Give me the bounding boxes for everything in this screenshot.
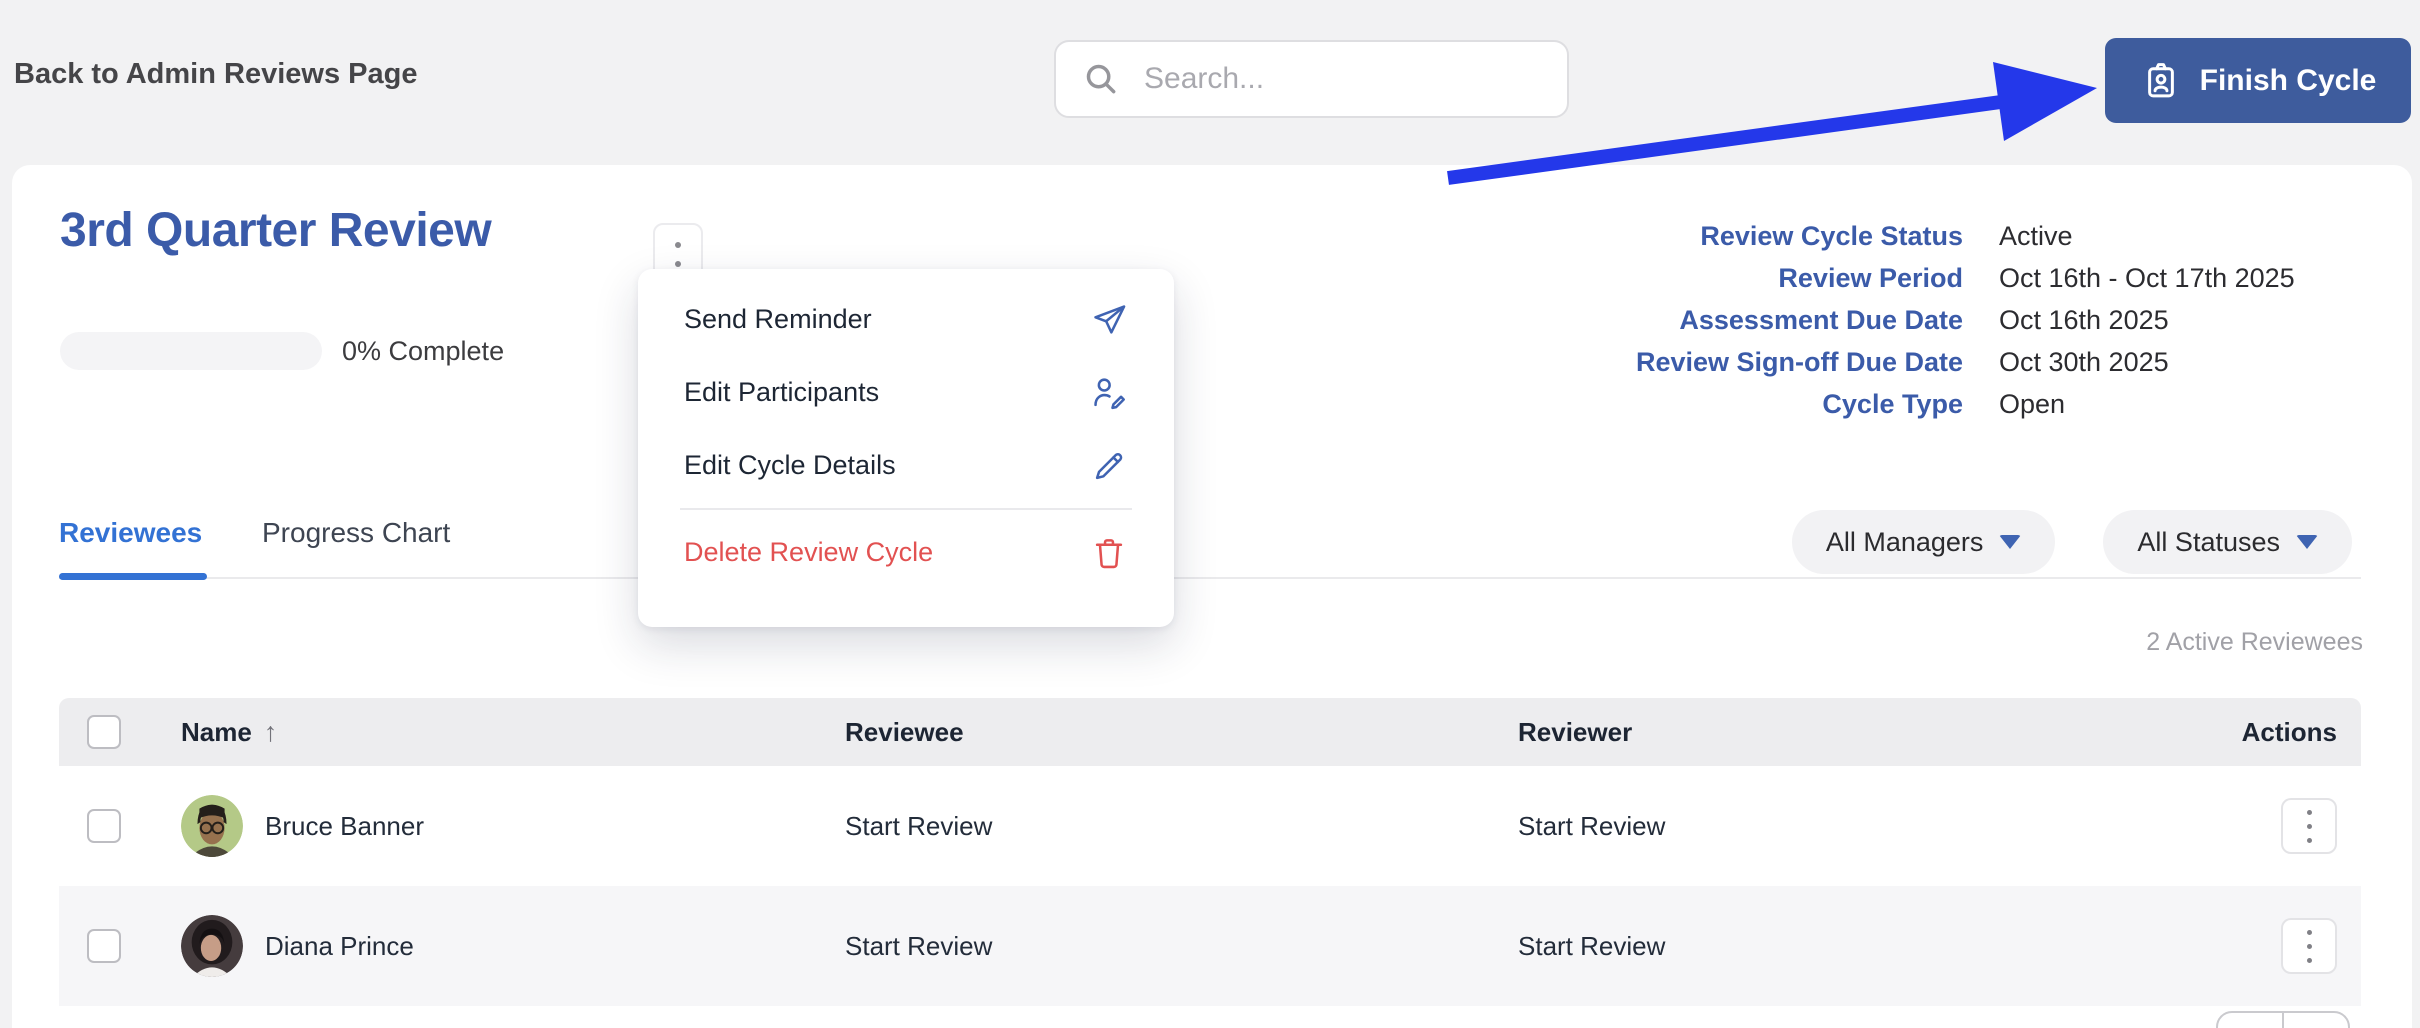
top-bar: Back to Admin Reviews Page Finish Cycle bbox=[0, 0, 2420, 165]
menu-item-label: Edit Cycle Details bbox=[684, 450, 896, 480]
reviewer-review-status[interactable]: Start Review bbox=[1518, 931, 2120, 962]
detail-value: Oct 30th 2025 bbox=[1999, 347, 2169, 377]
row-checkbox[interactable] bbox=[87, 929, 121, 963]
row-checkbox[interactable] bbox=[87, 809, 121, 843]
all-statuses-filter-label: All Statuses bbox=[2137, 526, 2280, 557]
detail-label: Assessment Due Date bbox=[1679, 305, 1963, 335]
all-statuses-filter[interactable]: All Statuses bbox=[2103, 510, 2352, 574]
tabs-divider bbox=[59, 577, 2361, 579]
back-to-admin-reviews-link[interactable]: Back to Admin Reviews Page bbox=[14, 58, 417, 91]
table-header-row: Name ↑ Reviewee Reviewer Actions bbox=[59, 698, 2361, 766]
review-cycle-panel: 3rd Quarter Review 0% Complete Send Remi… bbox=[12, 165, 2412, 1028]
tab-reviewees[interactable]: Reviewees bbox=[59, 517, 202, 549]
all-managers-filter-label: All Managers bbox=[1825, 526, 1984, 557]
detail-label: Review Cycle Status bbox=[1700, 221, 1963, 251]
detail-value: Active bbox=[1999, 221, 2073, 251]
tab-progress-chart[interactable]: Progress Chart bbox=[262, 517, 450, 549]
chevron-down-icon bbox=[1999, 535, 2022, 549]
menu-item-send-reminder[interactable]: Send Reminder bbox=[638, 283, 1174, 356]
row-actions-kebab-button[interactable] bbox=[2281, 918, 2337, 974]
paper-plane-icon bbox=[1090, 301, 1128, 339]
page-title: 3rd Quarter Review bbox=[60, 204, 492, 257]
column-header-name[interactable]: Name bbox=[181, 717, 252, 748]
menu-item-label: Edit Participants bbox=[684, 377, 880, 407]
detail-value: Oct 16th - Oct 17th 2025 bbox=[1999, 263, 2295, 293]
person-edit-icon bbox=[1090, 374, 1128, 412]
reviewee-review-status[interactable]: Start Review bbox=[845, 931, 1518, 962]
select-all-checkbox[interactable] bbox=[87, 715, 121, 749]
menu-item-delete-review-cycle[interactable]: Delete Review Cycle bbox=[638, 516, 1174, 589]
detail-value: Open bbox=[1999, 389, 2066, 419]
avatar bbox=[181, 915, 243, 977]
reviewee-review-status[interactable]: Start Review bbox=[845, 811, 1518, 842]
finish-cycle-button-label: Finish Cycle bbox=[2199, 63, 2377, 97]
detail-label: Review Period bbox=[1778, 263, 1963, 293]
sort-ascending-icon[interactable]: ↑ bbox=[264, 717, 278, 748]
table-row: Diana Prince Start Review Start Review bbox=[59, 886, 2361, 1006]
active-tab-indicator bbox=[59, 573, 207, 580]
cycle-actions-menu: Send Reminder Edit Participants Edit Cyc… bbox=[638, 269, 1174, 627]
column-header-actions: Actions bbox=[2241, 716, 2337, 747]
detail-label: Cycle Type bbox=[1822, 389, 1963, 419]
avatar bbox=[181, 795, 243, 857]
filters: All Managers All Statuses bbox=[1791, 510, 2352, 574]
row-actions-kebab-button[interactable] bbox=[2281, 798, 2337, 854]
reviewee-name: Bruce Banner bbox=[265, 810, 424, 841]
progress-label: 0% Complete bbox=[342, 336, 505, 366]
pencil-icon bbox=[1090, 447, 1128, 485]
table-row: Bruce Banner Start Review Start Review bbox=[59, 766, 2361, 886]
menu-item-edit-participants[interactable]: Edit Participants bbox=[638, 356, 1174, 429]
reviewer-review-status[interactable]: Start Review bbox=[1518, 811, 2120, 842]
all-managers-filter[interactable]: All Managers bbox=[1791, 510, 2056, 574]
column-header-reviewee: Reviewee bbox=[845, 716, 964, 747]
chevron-down-icon bbox=[2296, 535, 2318, 549]
menu-item-label: Send Reminder bbox=[684, 304, 872, 334]
active-reviewees-count: 2 Active Reviewees bbox=[2146, 628, 2363, 656]
reviewee-name: Diana Prince bbox=[265, 930, 414, 961]
finish-cycle-button[interactable]: Finish Cycle bbox=[2105, 38, 2411, 123]
progress-bar bbox=[60, 332, 322, 370]
search-icon bbox=[1082, 60, 1144, 98]
pagination-control bbox=[2216, 1011, 2350, 1028]
menu-item-edit-cycle-details[interactable]: Edit Cycle Details bbox=[638, 429, 1174, 502]
pagination-previous-button[interactable] bbox=[2218, 1013, 2284, 1028]
column-header-reviewer: Reviewer bbox=[1518, 716, 1633, 747]
search-input[interactable] bbox=[1144, 62, 1541, 96]
pagination-next-button[interactable] bbox=[2284, 1013, 2348, 1028]
trash-icon bbox=[1090, 534, 1128, 572]
cycle-details: Review Cycle Status Active Review Period… bbox=[1403, 215, 2419, 425]
clipboard-person-icon bbox=[2140, 60, 2182, 102]
menu-item-label: Delete Review Cycle bbox=[684, 537, 934, 567]
reviewees-table: Name ↑ Reviewee Reviewer Actions Bruce B… bbox=[59, 698, 2361, 1006]
search-box[interactable] bbox=[1054, 40, 1569, 118]
detail-value: Oct 16th 2025 bbox=[1999, 305, 2169, 335]
menu-divider bbox=[680, 508, 1132, 510]
detail-label: Review Sign-off Due Date bbox=[1635, 347, 1963, 377]
